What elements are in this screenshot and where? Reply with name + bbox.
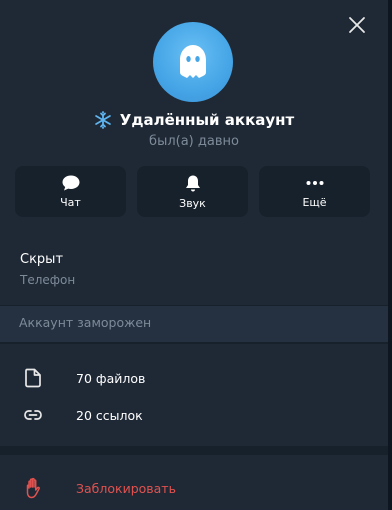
ghost-icon [180,45,206,78]
block-user-label: Заблокировать [76,481,176,496]
links-label: 20 ссылок [76,407,143,423]
frozen-notice: Аккаунт заморожен [0,306,388,342]
shared-media-section: 70 файлов 20 ссылок [0,344,388,446]
bell-icon [185,175,200,191]
close-icon [349,17,365,33]
links-row[interactable]: 20 ссылок [0,397,388,433]
frozen-notice-text: Аккаунт заморожен [19,315,152,330]
files-row[interactable]: 70 файлов [0,360,388,396]
background-window-edge [388,0,392,510]
sound-button[interactable]: Звук [137,166,248,217]
more-dots-icon [306,181,323,185]
snowflake-icon [94,111,111,129]
block-user-button[interactable]: Заблокировать [0,455,388,510]
close-button[interactable] [346,14,368,36]
profile-panel: Удалённый аккаунт был(а) давно Чат Звук [0,0,388,510]
hand-stop-icon [26,477,40,499]
more-button[interactable]: Ещё [259,166,370,217]
profile-header: Удалённый аккаунт был(а) давно Чат Звук [0,0,388,235]
phone-label: Телефон [20,273,76,287]
sound-button-label: Звук [179,196,206,210]
chat-button[interactable]: Чат [15,166,126,217]
profile-last-seen: был(а) давно [149,134,239,149]
avatar[interactable] [153,22,233,102]
chat-button-label: Чат [60,196,81,209]
link-icon [24,410,42,420]
action-buttons: Чат Звук Ещё [15,166,370,217]
more-button-label: Ещё [302,196,327,209]
file-icon [25,368,41,388]
phone-value: Скрыт [20,252,64,267]
profile-name-row: Удалённый аккаунт [0,111,388,129]
files-label: 70 файлов [76,370,146,386]
phone-info[interactable]: Скрыт Телефон [0,235,388,305]
profile-name: Удалённый аккаунт [119,111,295,129]
chat-bubble-icon [62,175,79,191]
